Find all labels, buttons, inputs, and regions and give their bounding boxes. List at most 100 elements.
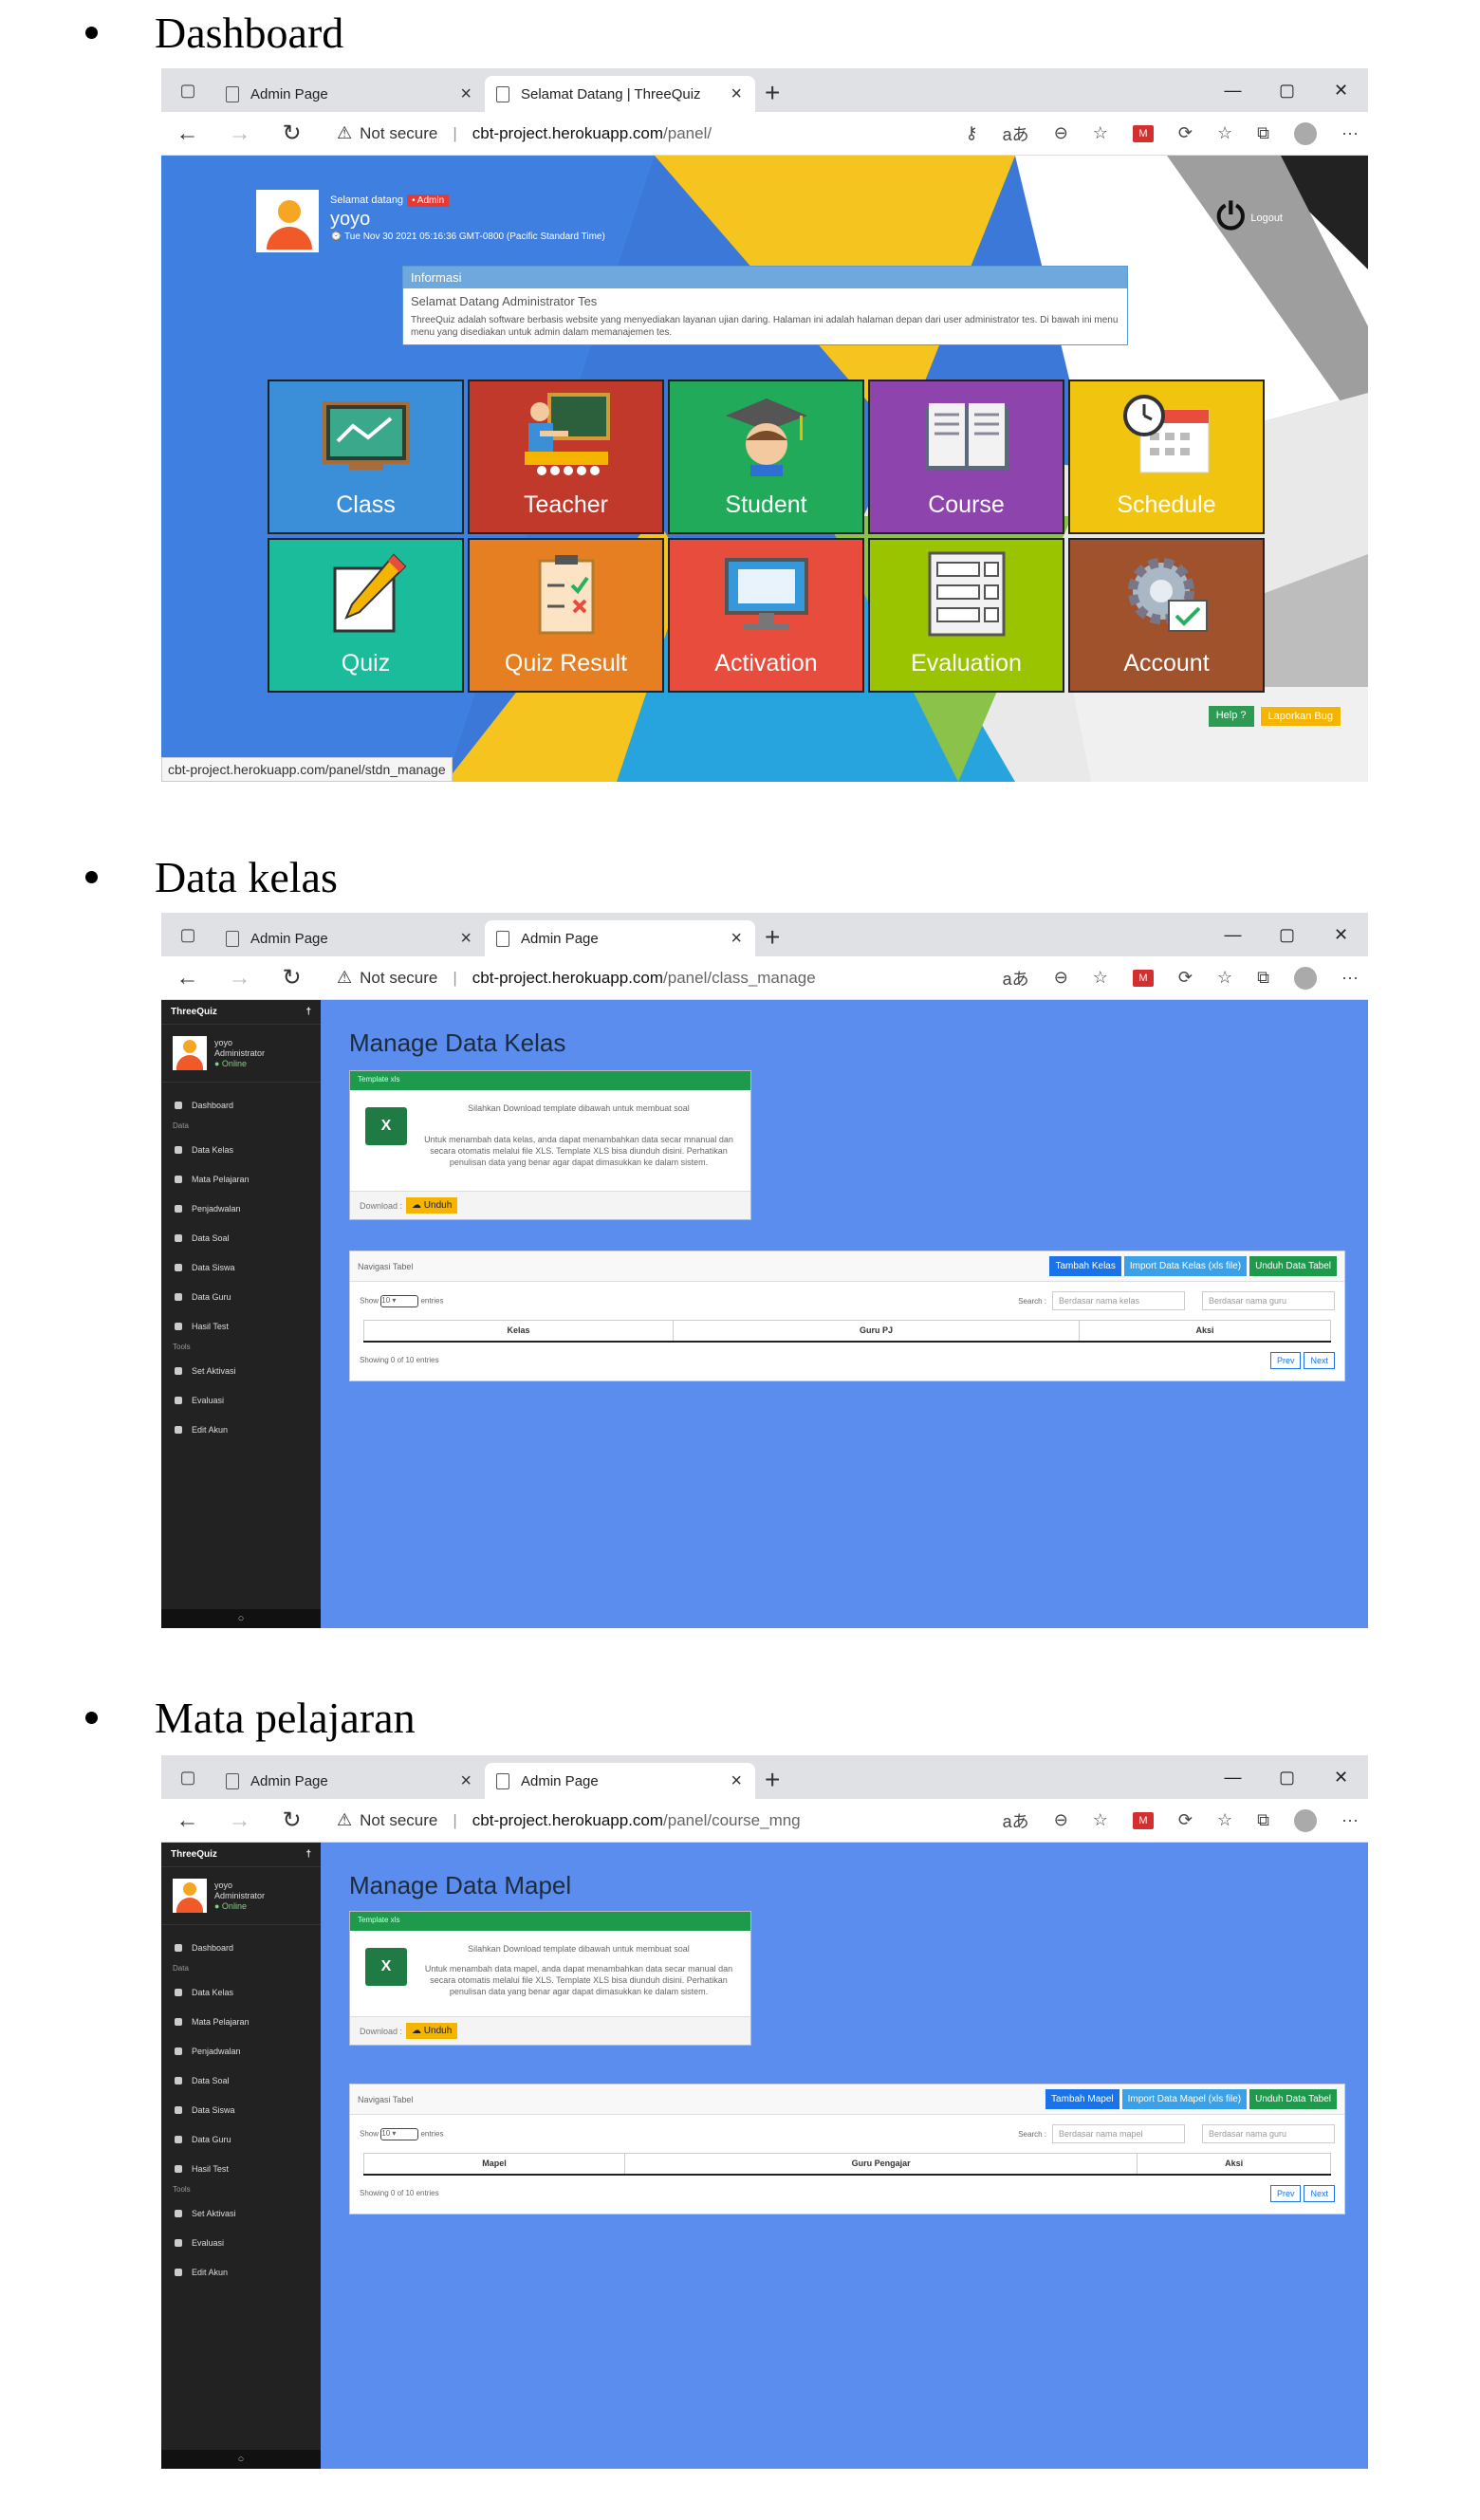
maximize-icon[interactable]: ▢ (1260, 1768, 1314, 1788)
tile-activation[interactable]: Activation (668, 538, 864, 693)
zoom-icon[interactable]: ⊖ (1054, 1810, 1068, 1830)
sidebar-item-evaluasi[interactable]: Evaluasi (161, 2228, 321, 2257)
back-icon[interactable]: ← (161, 965, 213, 991)
col-mapel[interactable]: Mapel (362, 2153, 626, 2176)
power-icon[interactable]: ○ (161, 1609, 321, 1628)
maximize-icon[interactable]: ▢ (1260, 81, 1314, 101)
tile-teacher[interactable]: Teacher (468, 380, 664, 534)
more-icon[interactable]: ··· (1341, 968, 1359, 988)
col-guru[interactable]: Guru PJ (673, 1320, 1081, 1343)
forward-icon[interactable]: → (213, 965, 266, 991)
sidebar-item-set-aktivasi[interactable]: Set Aktivasi (161, 2198, 321, 2228)
sidebar-item-data-siswa[interactable]: Data Siswa (161, 2095, 321, 2124)
zoom-icon[interactable]: ⊖ (1054, 123, 1068, 143)
close-tab-icon[interactable]: × (460, 928, 472, 950)
sidebar-item-data-kelas[interactable]: Data Kelas (161, 1977, 321, 2007)
tab-actions-icon[interactable]: ▢ (161, 913, 214, 956)
export-button[interactable]: Unduh Data Tabel (1249, 1256, 1337, 1276)
sidebar-item-hasil-test[interactable]: Hasil Test (161, 2154, 321, 2183)
profile-icon[interactable] (1294, 966, 1318, 990)
new-tab-icon[interactable]: + (765, 1765, 780, 1795)
entries-select[interactable]: 10 ▾ (380, 1294, 419, 1307)
read-aloud-icon[interactable]: aあ (1003, 121, 1029, 146)
tab-actions-icon[interactable]: ▢ (161, 1755, 214, 1799)
sidebar-item-mata-pelajaran[interactable]: Mata Pelajaran (161, 1164, 321, 1194)
pin-icon[interactable]: † (305, 1849, 311, 1860)
new-tab-icon[interactable]: + (765, 922, 780, 953)
tab-admin-page-active[interactable]: Admin Page × (485, 1763, 755, 1799)
tab-admin-page-active[interactable]: Admin Page × (485, 920, 755, 956)
new-tab-icon[interactable]: + (765, 78, 780, 108)
close-window-icon[interactable]: ✕ (1314, 1768, 1368, 1788)
logout-button[interactable]: ⏻ Logout (1216, 197, 1283, 238)
sidebar-item-data-guru[interactable]: Data Guru (161, 2124, 321, 2154)
next-button[interactable]: Next (1304, 2184, 1335, 2202)
tile-class[interactable]: Class (268, 380, 464, 534)
favorites-icon[interactable]: ☆ (1217, 1810, 1232, 1830)
close-tab-icon[interactable]: × (460, 83, 472, 105)
import-button[interactable]: Import Data Mapel (xls file) (1121, 2089, 1248, 2109)
close-window-icon[interactable]: ✕ (1314, 925, 1368, 945)
sidebar-item-data-guru[interactable]: Data Guru (161, 1282, 321, 1311)
address-bar[interactable]: ⚠ Not secure | cbt-project.herokuapp.com… (337, 1810, 801, 1830)
forward-icon[interactable]: → (213, 120, 266, 147)
prev-button[interactable]: Prev (1269, 1351, 1302, 1369)
close-tab-icon[interactable]: × (731, 83, 742, 105)
import-button[interactable]: Import Data Kelas (xls file) (1123, 1256, 1248, 1276)
add-kelas-button[interactable]: Tambah Kelas (1049, 1256, 1121, 1276)
reload-icon[interactable]: ↻ (266, 964, 318, 991)
tile-student[interactable]: Student (668, 380, 864, 534)
favorite-add-icon[interactable]: ☆ (1093, 123, 1108, 143)
tab-selamat-datang[interactable]: Selamat Datang | ThreeQuiz × (485, 76, 755, 112)
refresh-ext-icon[interactable]: ⟳ (1178, 1810, 1193, 1830)
extension-icon[interactable]: M (1132, 1811, 1154, 1829)
tile-course[interactable]: Course (868, 380, 1064, 534)
search-guru-input[interactable]: Berdasar nama guru (1202, 2124, 1335, 2143)
sidebar-item-penjadwalan[interactable]: Penjadwalan (161, 2036, 321, 2066)
close-window-icon[interactable]: ✕ (1314, 81, 1368, 101)
reload-icon[interactable]: ↻ (266, 1807, 318, 1834)
help-button[interactable]: Help ? (1208, 706, 1254, 727)
prev-button[interactable]: Prev (1269, 2184, 1302, 2202)
read-aloud-icon[interactable]: aあ (1003, 966, 1029, 991)
collections-icon[interactable]: ⧉ (1257, 968, 1269, 988)
tile-schedule[interactable]: Schedule (1068, 380, 1265, 534)
sidebar-item-data-soal[interactable]: Data Soal (161, 1223, 321, 1252)
favorites-icon[interactable]: ☆ (1217, 123, 1232, 143)
power-icon[interactable]: ○ (161, 2450, 321, 2469)
sidebar-item-edit-akun[interactable]: Edit Akun (161, 1415, 321, 1444)
collections-icon[interactable]: ⧉ (1257, 123, 1269, 143)
tab-actions-icon[interactable]: ▢ (161, 68, 214, 112)
sidebar-item-dashboard[interactable]: Dashboard (161, 1090, 321, 1120)
profile-icon[interactable] (1294, 121, 1318, 145)
sidebar-item-hasil-test[interactable]: Hasil Test (161, 1311, 321, 1341)
forward-icon[interactable]: → (213, 1807, 266, 1834)
extension-icon[interactable]: M (1132, 124, 1154, 142)
collections-icon[interactable]: ⧉ (1257, 1810, 1269, 1830)
tab-admin-page[interactable]: Admin Page × (214, 1763, 485, 1799)
sidebar-item-dashboard[interactable]: Dashboard (161, 1933, 321, 1962)
search-kelas-input[interactable]: Berdasar nama kelas (1052, 1291, 1185, 1310)
sidebar-item-data-siswa[interactable]: Data Siswa (161, 1252, 321, 1282)
export-button[interactable]: Unduh Data Tabel (1249, 2089, 1337, 2109)
refresh-ext-icon[interactable]: ⟳ (1178, 968, 1193, 988)
more-icon[interactable]: ··· (1341, 123, 1359, 143)
tile-evaluation[interactable]: Evaluation (868, 538, 1064, 693)
minimize-icon[interactable]: — (1206, 81, 1260, 101)
col-kelas[interactable]: Kelas (362, 1320, 675, 1343)
back-icon[interactable]: ← (161, 1807, 213, 1834)
sidebar-item-evaluasi[interactable]: Evaluasi (161, 1385, 321, 1415)
sidebar-item-data-kelas[interactable]: Data Kelas (161, 1135, 321, 1164)
extension-icon[interactable]: M (1132, 969, 1154, 987)
minimize-icon[interactable]: — (1206, 925, 1260, 945)
favorite-add-icon[interactable]: ☆ (1093, 968, 1108, 988)
zoom-icon[interactable]: ⊖ (1054, 968, 1068, 988)
next-button[interactable]: Next (1304, 1351, 1335, 1369)
tile-quiz[interactable]: Quiz (268, 538, 464, 693)
pin-icon[interactable]: † (305, 1007, 311, 1017)
minimize-icon[interactable]: — (1206, 1768, 1260, 1788)
unduh-button[interactable]: ☁ Unduh (406, 1197, 458, 1214)
close-tab-icon[interactable]: × (460, 1770, 472, 1792)
address-bar[interactable]: ⚠ Not secure | cbt-project.herokuapp.com… (337, 123, 712, 143)
unduh-button[interactable]: ☁ Unduh (406, 2023, 458, 2039)
